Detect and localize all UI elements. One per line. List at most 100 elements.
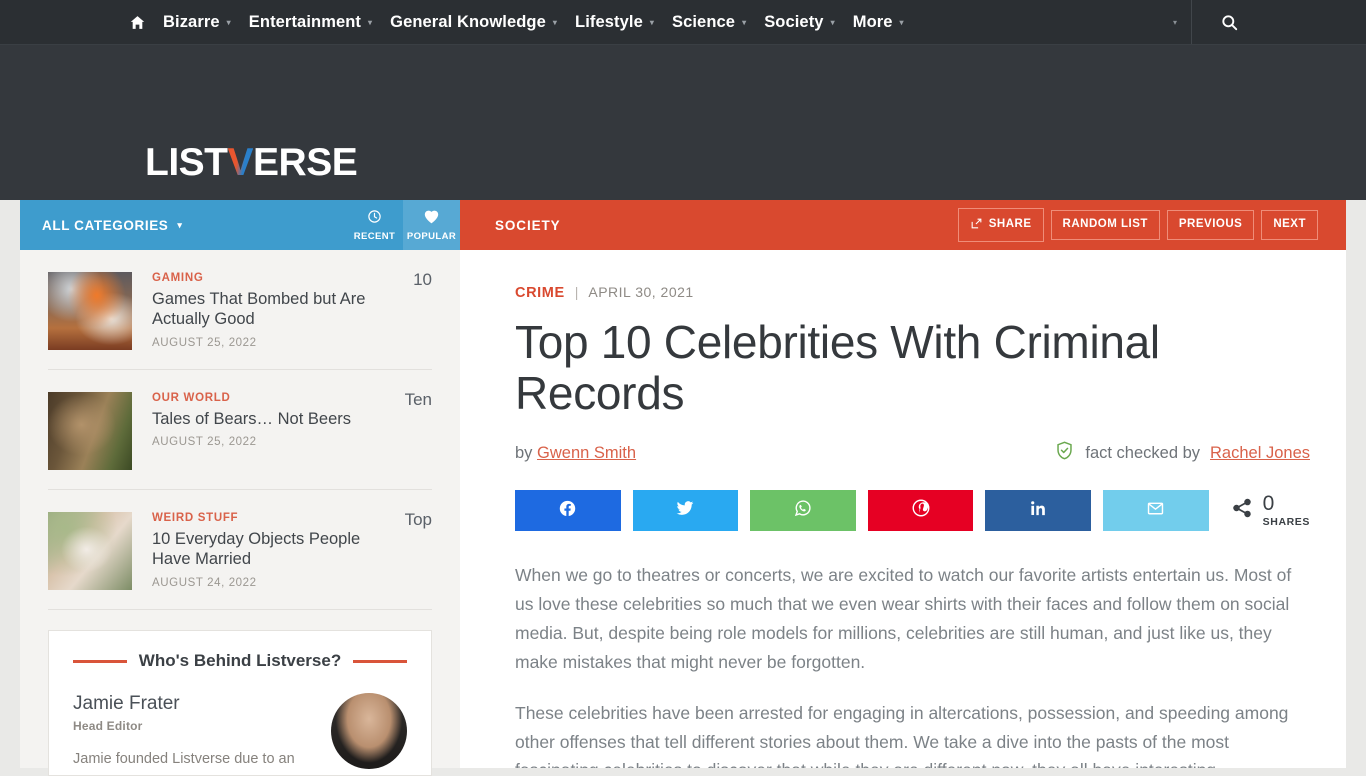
- nav-item-science[interactable]: Science ▾: [663, 0, 755, 45]
- article-meta: CRIME | APRIL 30, 2021: [515, 284, 1310, 301]
- previous-button[interactable]: PREVIOUS: [1166, 210, 1255, 240]
- chevron-down-icon: ▾: [830, 17, 835, 27]
- byline-prefix: by: [515, 443, 533, 462]
- list-item[interactable]: GAMING Games That Bombed but Are Actuall…: [48, 250, 432, 370]
- nav-item-society[interactable]: Society ▾: [755, 0, 844, 45]
- clock-icon: [367, 209, 382, 228]
- article-paragraph: These celebrities have been arrested for…: [515, 702, 1289, 768]
- nav-item-entertainment[interactable]: Entertainment ▾: [240, 0, 381, 45]
- list-item-rank: 10: [413, 270, 432, 289]
- nav-label: Bizarre: [163, 13, 220, 31]
- logo-text-last: ERSE: [253, 141, 358, 184]
- all-categories-label: ALL CATEGORIES: [42, 217, 169, 233]
- list-item-category[interactable]: OUR WORLD: [152, 392, 388, 404]
- nav-label: Lifestyle: [575, 13, 643, 31]
- nav-label: Entertainment: [248, 13, 362, 31]
- nav-label: More: [852, 13, 893, 31]
- chevron-down-icon: ▾: [226, 17, 231, 27]
- list-item-date: AUGUST 24, 2022: [152, 576, 257, 589]
- byline: by Gwenn Smith: [515, 444, 636, 463]
- shield-check-icon: [1054, 440, 1075, 466]
- share-count-number: 0: [1262, 492, 1275, 516]
- divider-right: [353, 659, 407, 663]
- external-link-icon: [970, 217, 983, 234]
- thumbnail-image: [48, 272, 132, 350]
- logo-text-first: LIST: [145, 141, 228, 184]
- editor-role: Head Editor: [73, 719, 143, 733]
- social-share-row: 0 SHARES: [515, 490, 1310, 532]
- list-item-category[interactable]: GAMING: [152, 272, 388, 284]
- meta-separator: |: [574, 284, 579, 300]
- chevron-down-icon: ▾: [552, 17, 558, 27]
- list-item-rank: Ten: [404, 390, 432, 409]
- twitter-icon: [675, 498, 695, 523]
- tab-popular[interactable]: POPULAR: [403, 200, 460, 250]
- fact-check-prefix: fact checked by: [1085, 443, 1201, 462]
- fact-checker-link[interactable]: Rachel Jones: [1210, 444, 1310, 463]
- tab-popular-label: POPULAR: [406, 230, 457, 242]
- share-button-label: SHARE: [988, 218, 1032, 231]
- list-item-title[interactable]: 10 Everyday Objects People Have Married: [152, 529, 388, 570]
- list-item-date: AUGUST 25, 2022: [152, 336, 257, 349]
- email-icon: [1146, 499, 1165, 523]
- share-network-icon: [1231, 497, 1253, 524]
- list-item-rank: Top: [404, 510, 432, 529]
- author-link[interactable]: Gwenn Smith: [537, 444, 636, 462]
- share-pinterest-button[interactable]: [867, 490, 974, 532]
- list-item-body: OUR WORLD Tales of Bears… Not Beers AUGU…: [152, 392, 432, 470]
- share-email-button[interactable]: [1103, 490, 1209, 532]
- share-twitter-button[interactable]: [632, 490, 739, 532]
- page-title: Top 10 Celebrities With Criminal Records: [515, 316, 1160, 419]
- category-bar: ALL CATEGORIES ▾ RECENT POPULAR: [20, 200, 460, 250]
- article-date: APRIL 30, 2021: [588, 284, 694, 300]
- thumbnail-image: [48, 392, 132, 470]
- chevron-down-icon: ▾: [742, 17, 747, 27]
- nav-label: Society: [764, 13, 824, 31]
- chevron-down-icon: ▾: [649, 17, 654, 27]
- whos-behind-listverse-widget: Who's Behind Listverse? Jamie Frater Hea…: [48, 630, 432, 776]
- article-paragraph: When we go to theatres or concerts, we a…: [515, 565, 1292, 672]
- share-whatsapp-button[interactable]: [750, 490, 856, 532]
- widget-header: Who's Behind Listverse?: [73, 651, 407, 671]
- nav-label: General Knowledge: [390, 13, 546, 31]
- list-item-title[interactable]: Tales of Bears… Not Beers: [152, 409, 388, 429]
- fact-check-info: fact checked by Rachel Jones: [1054, 440, 1310, 466]
- site-logo[interactable]: LISTVERSE: [145, 141, 358, 184]
- nav-item-general-knowledge[interactable]: General Knowledge ▾: [381, 0, 566, 45]
- chevron-down-icon: ▾: [368, 17, 373, 27]
- share-count-text: 0 SHARES: [1263, 493, 1310, 528]
- list-item-body: WEIRD STUFF 10 Everyday Objects People H…: [152, 512, 432, 590]
- avatar: [331, 693, 407, 769]
- widget-body: Jamie Frater Head Editor Jamie founded L…: [73, 693, 407, 771]
- random-list-button[interactable]: RANDOM LIST: [1050, 210, 1160, 240]
- share-count-label: SHARES: [1262, 516, 1311, 529]
- logo-letter-v: V: [227, 141, 254, 184]
- article-content: CRIME | APRIL 30, 2021 Top 10 Celebritie…: [460, 250, 1346, 768]
- article-action-bar: SOCIETY SHARE RANDOM LIST PREVIOUS NEXT: [460, 200, 1346, 250]
- share-button[interactable]: SHARE: [957, 207, 1044, 243]
- nav-item-lifestyle[interactable]: Lifestyle ▾: [566, 0, 663, 45]
- nav-overflow-chevron-icon[interactable]: ▾: [1173, 18, 1191, 27]
- divider-left: [73, 659, 127, 663]
- article-category[interactable]: CRIME: [515, 285, 565, 301]
- byline-row: by Gwenn Smith fact checked by Rachel Jo…: [515, 440, 1310, 466]
- all-categories-dropdown[interactable]: ALL CATEGORIES ▾: [20, 200, 346, 250]
- share-linkedin-button[interactable]: [985, 490, 1092, 532]
- home-icon[interactable]: [120, 0, 154, 45]
- list-item[interactable]: WEIRD STUFF 10 Everyday Objects People H…: [48, 490, 432, 610]
- page-shell: ALL CATEGORIES ▾ RECENT POPULAR SOCIETY …: [20, 200, 1346, 776]
- list-item-category[interactable]: WEIRD STUFF: [152, 512, 388, 524]
- share-count-group: 0 SHARES: [1231, 493, 1310, 528]
- editor-name[interactable]: Jamie Frater: [73, 693, 315, 715]
- chevron-down-icon: ▾: [899, 17, 904, 27]
- share-facebook-button[interactable]: [515, 490, 621, 532]
- search-button[interactable]: [1192, 0, 1366, 45]
- nav-item-more[interactable]: More ▾: [844, 0, 913, 45]
- next-button[interactable]: NEXT: [1261, 210, 1318, 240]
- list-item[interactable]: OUR WORLD Tales of Bears… Not Beers AUGU…: [48, 370, 432, 490]
- tab-recent[interactable]: RECENT: [346, 200, 403, 250]
- list-item-title[interactable]: Games That Bombed but Are Actually Good: [152, 289, 388, 330]
- widget-text: Jamie Frater Head Editor Jamie founded L…: [73, 693, 331, 771]
- chevron-down-icon: ▾: [177, 219, 183, 230]
- nav-item-bizarre[interactable]: Bizarre ▾: [154, 0, 240, 45]
